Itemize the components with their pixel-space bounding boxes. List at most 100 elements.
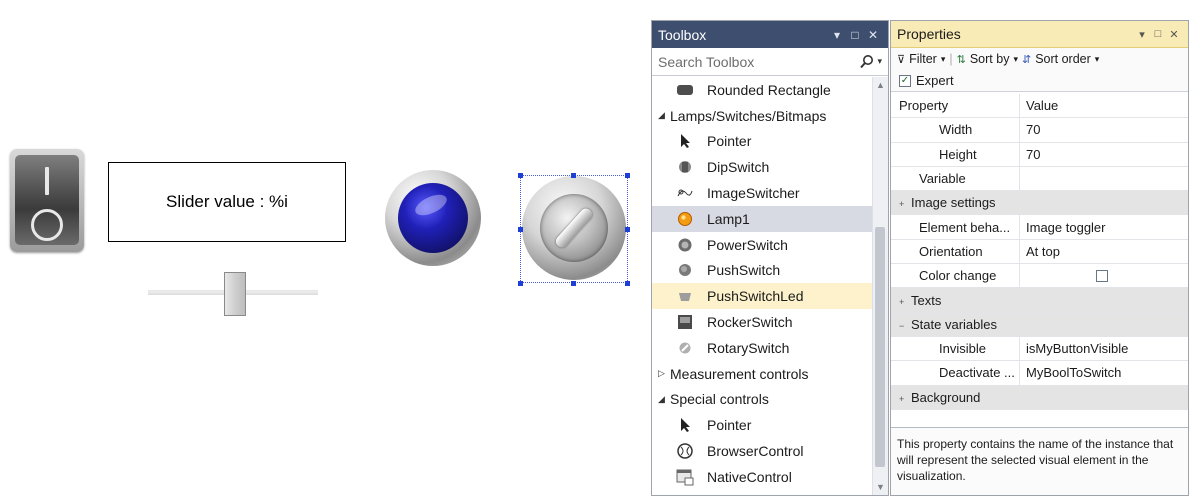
dropdown-icon[interactable]: ▾ xyxy=(1134,28,1150,41)
chevron-down-icon[interactable]: ▾ xyxy=(941,54,946,65)
expanded-arrow-icon[interactable]: ◢ xyxy=(658,394,670,405)
chevron-down-icon[interactable]: ▾ xyxy=(1013,54,1018,65)
property-row-height[interactable]: Height 70 xyxy=(891,142,1188,167)
selection-handle[interactable] xyxy=(518,173,523,178)
expert-checkbox[interactable]: ✓ xyxy=(899,74,911,87)
selection-handle[interactable] xyxy=(571,173,576,178)
dropdown-icon[interactable]: ▾ xyxy=(828,28,846,42)
toolbox-search-input[interactable]: Search Toolbox ▾ xyxy=(652,48,888,76)
expand-icon[interactable]: + xyxy=(899,199,911,209)
selection-handle[interactable] xyxy=(625,227,630,232)
toolbox-category-measurement-controls[interactable]: ▷ Measurement controls xyxy=(652,361,872,387)
lamp-element[interactable] xyxy=(385,170,481,266)
toolbox-item-lamp1[interactable]: Lamp1 xyxy=(652,205,872,232)
property-value[interactable]: isMyButtonVisible xyxy=(1019,336,1188,361)
design-canvas[interactable]: Slider value : %i xyxy=(0,0,650,496)
property-row-invisible[interactable]: Invisible isMyButtonVisible xyxy=(891,336,1188,362)
scroll-thumb[interactable] xyxy=(875,227,885,467)
property-row-width[interactable]: Width 70 xyxy=(891,118,1188,143)
selection-handle[interactable] xyxy=(625,173,630,178)
search-placeholder: Search Toolbox xyxy=(658,53,755,70)
property-group-background[interactable]: + Background xyxy=(891,385,1188,410)
rocker-off-mark xyxy=(31,209,63,241)
toolbox-item-browsercontrol[interactable]: BrowserControl xyxy=(652,438,872,464)
toolbox-scrollbar[interactable]: ▲ ▼ xyxy=(872,77,888,495)
toolbox-item-rockerswitch[interactable]: RockerSwitch xyxy=(652,309,872,335)
powerswitch-icon xyxy=(670,237,700,253)
property-row-deactivate[interactable]: Deactivate ... MyBoolToSwitch xyxy=(891,361,1188,386)
toolbox-item-rotaryswitch[interactable]: RotarySwitch xyxy=(652,335,872,361)
expert-checkbox-row[interactable]: ✓ Expert xyxy=(891,70,1188,92)
toolbox-item-dipswitch[interactable]: DipSwitch xyxy=(652,154,872,180)
property-value[interactable] xyxy=(1019,166,1188,191)
rocker-switch-element[interactable] xyxy=(10,149,84,252)
property-group-label: Image settings xyxy=(911,195,996,211)
property-row-orientation[interactable]: Orientation At top xyxy=(891,239,1188,265)
toolbox-titlebar: Toolbox ▾ □ ✕ xyxy=(652,21,888,48)
rotary-switch-slot xyxy=(553,206,595,250)
toolbox-item-rounded-rectangle[interactable]: Rounded Rectangle xyxy=(652,77,872,103)
property-group-image-settings[interactable]: + Image settings xyxy=(891,191,1188,216)
toolbox-item-nativecontrol[interactable]: NativeControl xyxy=(652,464,872,490)
toolbox-item-imageswitcher[interactable]: ImageSwitcher xyxy=(652,180,872,206)
property-value[interactable]: At top xyxy=(1019,239,1188,264)
property-value[interactable]: Image toggler xyxy=(1019,215,1188,239)
maximize-icon[interactable]: □ xyxy=(846,28,864,42)
sort-by-button[interactable]: Sort by xyxy=(970,52,1010,66)
collapsed-arrow-icon[interactable]: ▷ xyxy=(658,368,670,379)
property-value[interactable]: MyBoolToSwitch xyxy=(1019,361,1188,385)
lamp-icon xyxy=(670,211,700,227)
sort-order-icon: ⇵ xyxy=(1021,53,1032,66)
toolbox-item-label: Pointer xyxy=(707,133,752,150)
imageswitcher-icon xyxy=(670,186,700,200)
property-group-state-variables[interactable]: − State variables xyxy=(891,312,1188,337)
property-row-element-beha[interactable]: Element beha... Image toggler xyxy=(891,215,1188,240)
selection-handle[interactable] xyxy=(518,227,523,232)
pointer-icon xyxy=(670,133,700,149)
toolbox-item-label: PushSwitch xyxy=(707,262,781,279)
selection-handle[interactable] xyxy=(625,281,630,286)
selection-handle[interactable] xyxy=(571,281,576,286)
close-icon[interactable]: ✕ xyxy=(864,28,882,42)
search-icon[interactable] xyxy=(859,54,875,70)
toolbox-item-pointer[interactable]: Pointer xyxy=(652,412,872,438)
property-description: This property contains the name of the i… xyxy=(891,427,1188,495)
slider-value-textbox[interactable]: Slider value : %i xyxy=(108,162,346,242)
close-icon[interactable]: ✕ xyxy=(1166,28,1182,41)
browsercontrol-icon xyxy=(670,442,700,460)
toolbox-category-lamps-switches-bitmaps[interactable]: ◢ Lamps/Switches/Bitmaps xyxy=(652,103,872,129)
rockerswitch-icon xyxy=(670,314,700,330)
toolbox-item-pushswitchled[interactable]: PushSwitchLed xyxy=(652,283,872,310)
search-options-icon[interactable]: ▾ xyxy=(877,56,882,67)
sort-order-button[interactable]: Sort order xyxy=(1035,52,1091,66)
scroll-up-icon[interactable]: ▲ xyxy=(876,80,885,90)
toolbox-item-powerswitch[interactable]: PowerSwitch xyxy=(652,232,872,258)
toolbox-item-label: DipSwitch xyxy=(707,159,770,176)
property-row-color-change[interactable]: Color change xyxy=(891,264,1188,289)
expand-icon[interactable]: + xyxy=(899,394,911,404)
expanded-arrow-icon[interactable]: ◢ xyxy=(658,110,670,121)
rounded-rectangle-icon xyxy=(670,84,700,96)
scroll-down-icon[interactable]: ▼ xyxy=(876,482,885,492)
selection-handle[interactable] xyxy=(518,281,523,286)
color-change-checkbox[interactable] xyxy=(1096,269,1108,282)
property-value[interactable]: 70 xyxy=(1019,118,1188,142)
property-group-label-cell: + Background xyxy=(891,390,1188,405)
filter-button[interactable]: Filter xyxy=(909,52,937,66)
rotary-switch-element[interactable] xyxy=(522,176,626,280)
maximize-icon[interactable]: □ xyxy=(1150,28,1166,40)
expand-icon[interactable]: + xyxy=(899,297,911,307)
toolbox-item-pointer[interactable]: Pointer xyxy=(652,129,872,155)
collapse-icon[interactable]: − xyxy=(899,321,911,331)
toolbox-list: Rounded Rectangle ◢ Lamps/Switches/Bitmaps… xyxy=(652,77,872,495)
property-group-texts[interactable]: + Texts xyxy=(891,288,1188,313)
properties-title: Properties xyxy=(897,26,961,42)
toolbox-item-pushswitch[interactable]: PushSwitch xyxy=(652,258,872,284)
chevron-down-icon[interactable]: ▾ xyxy=(1095,54,1100,65)
property-value-cell[interactable] xyxy=(1019,264,1188,288)
toolbox-category-special-controls[interactable]: ◢ Special controls xyxy=(652,387,872,413)
property-row-variable[interactable]: Variable xyxy=(891,166,1188,192)
rotaryswitch-icon xyxy=(670,340,700,356)
property-value[interactable]: 70 xyxy=(1019,142,1188,166)
slider-thumb[interactable] xyxy=(224,272,246,316)
